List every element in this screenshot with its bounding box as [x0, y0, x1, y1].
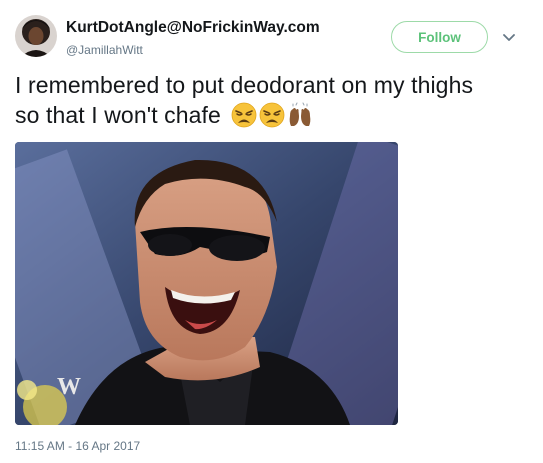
- weary-face-icon: [231, 102, 257, 128]
- tweet-timestamp[interactable]: 11:15 AM - 16 Apr 2017: [15, 439, 140, 453]
- tweet-media-photo[interactable]: W: [15, 142, 398, 425]
- raising-hands-icon: [287, 102, 313, 128]
- weary-face-icon: [259, 102, 285, 128]
- tweet-text-line-2: so that I won't chafe: [15, 102, 221, 128]
- emoji-group: [231, 102, 313, 128]
- user-names: KurtDotAngle@NoFrickinWay.com @JamillahW…: [66, 19, 320, 57]
- tweet-card: KurtDotAngle@NoFrickinWay.com @JamillahW…: [0, 0, 543, 463]
- tweet-text: I remembered to put deodorant on my thig…: [15, 70, 535, 130]
- watermark-logo: W: [57, 374, 81, 400]
- chevron-down-icon[interactable]: [502, 31, 516, 43]
- tweet-text-line-1: I remembered to put deodorant on my thig…: [15, 72, 474, 98]
- follow-button[interactable]: Follow: [391, 21, 488, 53]
- display-name[interactable]: KurtDotAngle@NoFrickinWay.com: [66, 19, 320, 37]
- avatar[interactable]: [15, 15, 57, 57]
- user-handle: @JamillahWitt: [66, 43, 143, 57]
